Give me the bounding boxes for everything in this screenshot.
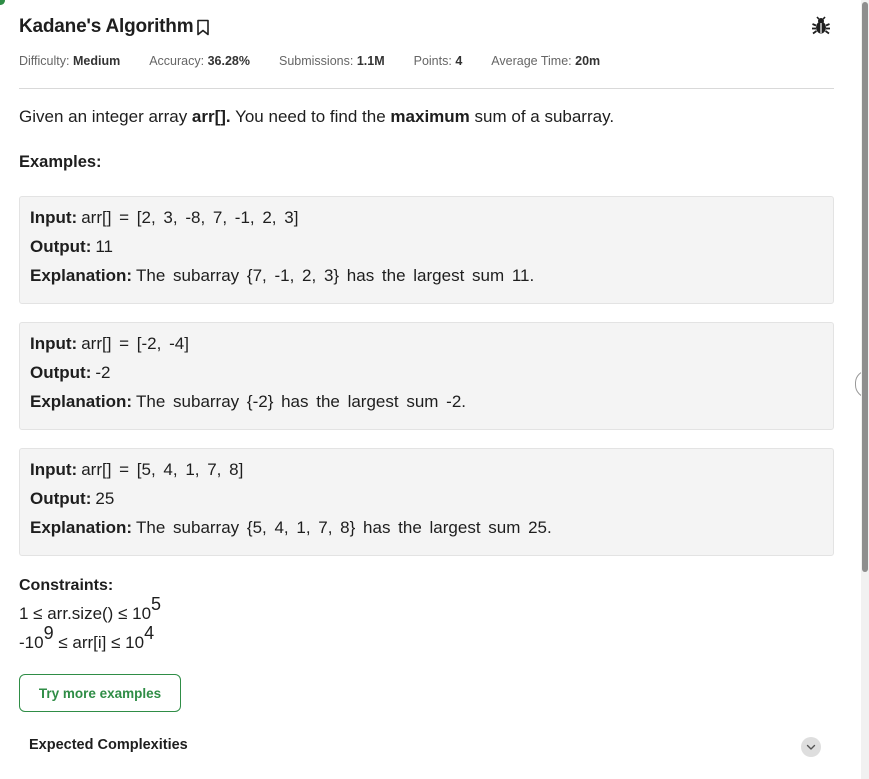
example-output: Output: 11	[30, 237, 114, 256]
meta-points: Points: 4	[413, 54, 463, 68]
problem-header: Kadane's Algorithm	[19, 14, 834, 40]
example-box: Input: arr[] = [-2, -4] Output: -2 Explana…	[19, 322, 834, 430]
constraints-heading: Constraints:	[19, 577, 114, 594]
example-explanation: Explanation: The subarray {5, 4, 1, 7, 8}…	[30, 518, 552, 537]
constraint-line: -109 ≤ arr[i] ≤ 104	[19, 623, 155, 652]
example-box: Input: arr[] = [2, 3, -8, 7, -1, 2, 3] Ou…	[19, 196, 834, 304]
example-explanation: Explanation: The subarray {-2} has the la…	[30, 392, 467, 411]
bug-icon[interactable]	[811, 16, 831, 36]
example-output: Output: 25	[30, 489, 115, 508]
meta-difficulty: Difficulty: Medium	[19, 54, 121, 68]
meta-accuracy: Accuracy: 36.28%	[149, 54, 250, 68]
expected-complexities-heading[interactable]: Expected Complexities	[29, 737, 188, 753]
scrollbar[interactable]	[861, 0, 869, 779]
examples-heading: Examples:	[19, 153, 102, 171]
problem-meta: Difficulty: Medium Accuracy: 36.28% Subm…	[19, 54, 629, 68]
meta-submissions: Submissions: 1.1M	[278, 54, 385, 68]
example-input: Input: arr[] = [5, 4, 1, 7, 8]	[30, 460, 244, 479]
constraint-line: 1 ≤ arr.size() ≤ 105	[19, 594, 162, 623]
example-input: Input: arr[] = [-2, -4]	[30, 334, 189, 353]
example-box: Input: arr[] = [5, 4, 1, 7, 8] Output: 25 …	[19, 448, 834, 556]
chevron-down-icon[interactable]	[801, 737, 821, 757]
example-explanation: Explanation: The subarray {7, -1, 2, 3} h…	[30, 266, 535, 285]
problem-title: Kadane's Algorithm	[19, 16, 194, 37]
problem-statement: Given an integer array arr[]. You need t…	[19, 107, 615, 126]
meta-average-time: Average Time: 20m	[491, 54, 601, 68]
scrollbar-thumb[interactable]	[862, 2, 868, 572]
example-output: Output: -2	[30, 363, 111, 382]
header-divider	[19, 88, 834, 89]
corner-indicator	[0, 0, 5, 5]
bookmark-icon[interactable]	[196, 18, 210, 36]
try-more-examples-button[interactable]: Try more examples	[19, 674, 181, 712]
example-input: Input: arr[] = [2, 3, -8, 7, -1, 2, 3]	[30, 208, 299, 227]
